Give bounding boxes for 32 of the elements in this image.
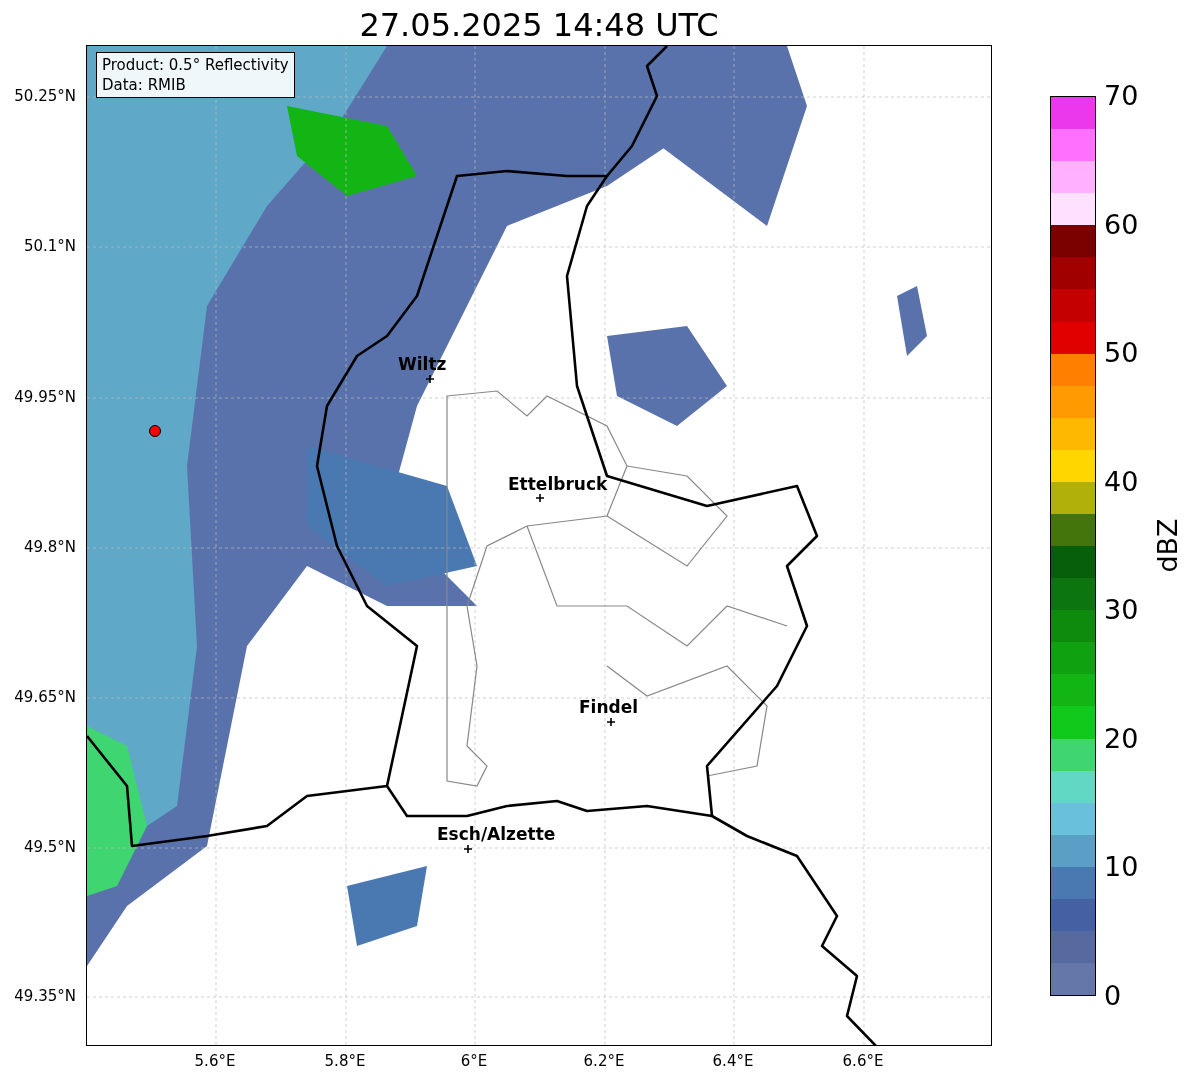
axis-tick-label: 49.5°N — [23, 838, 76, 856]
axis-tick-label: 6.2°E — [582, 1052, 626, 1070]
info-text: Product: 0.5° Reflectivity — [102, 55, 289, 75]
axis-tick-label: 5.6°E — [193, 1052, 237, 1070]
colorbar-tick-label: 50 — [1104, 337, 1139, 370]
colorbar-tick-label: 40 — [1104, 465, 1139, 498]
place-label: Findel — [579, 697, 639, 717]
info-text: Data: RMIB — [102, 75, 187, 95]
axis-tick-label: 49.35°N — [14, 987, 76, 1005]
axis-tick-label: 6°E — [459, 1052, 489, 1070]
axis-tick-label: 49.95°N — [14, 388, 76, 406]
colorbar-tick-label: 10 — [1104, 851, 1139, 884]
colorbar-label: dBZ — [1151, 518, 1183, 573]
location-marker-icon — [426, 375, 434, 383]
location-marker-icon — [464, 845, 472, 853]
location-marker-icon — [536, 494, 544, 502]
axis-tick-label: 5.8°E — [323, 1052, 367, 1070]
axis-tick-label: 49.65°N — [14, 688, 76, 706]
location-marker-icon — [607, 718, 615, 726]
colorbar-tick-label: 0 — [1104, 980, 1122, 1012]
axis-tick-label: 6.4°E — [711, 1052, 755, 1070]
colorbar-tick-label: 30 — [1104, 594, 1139, 627]
colorbar-tick-label: 70 — [1104, 80, 1139, 112]
colorbar-tick-label: 20 — [1104, 722, 1139, 755]
place-label: Ettelbruck — [508, 474, 608, 494]
chart-title: 27.05.2025 14:48 UTC — [358, 5, 720, 45]
place-label: Esch/Alzette — [437, 824, 556, 844]
axis-tick-label: 50.1°N — [23, 237, 76, 255]
axis-tick-label: 49.8°N — [23, 538, 76, 556]
axis-tick-label: 6.6°E — [841, 1052, 885, 1070]
colorbar-tick-label: 60 — [1104, 208, 1139, 241]
axis-tick-label: 50.25°N — [14, 87, 76, 105]
